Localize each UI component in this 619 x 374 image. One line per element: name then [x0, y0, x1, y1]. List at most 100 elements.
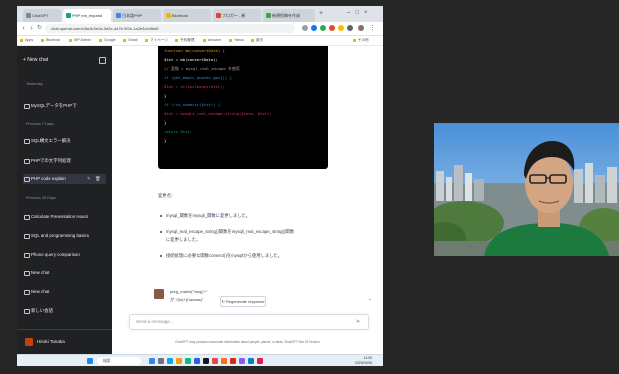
taskbar-app-icon[interactable] [203, 358, 209, 364]
sidebar-chat-label: 新しい会話 [31, 308, 53, 313]
taskbar-search[interactable]: 検索 [97, 357, 141, 365]
taskbar-clock[interactable]: 11:05 2023/04/06 [355, 356, 372, 366]
bookmark-item[interactable]: Bluehost [41, 37, 60, 44]
browser-tab-active[interactable]: PHP mb_expand [63, 9, 111, 22]
sidebar-toggle-icon[interactable] [99, 57, 106, 64]
code-block: function mb(convertData) { $txt = mb(con… [158, 46, 328, 169]
url-input[interactable]: chat.openai.com/c/8a1b3e1d-0d2e-4a7b-9f2… [45, 24, 295, 33]
sidebar-chat-item[interactable]: SQL構文エラー解決 [23, 136, 106, 146]
extension-icon[interactable] [329, 25, 335, 31]
bookmark-item[interactable]: Google [99, 37, 116, 44]
browser-tab[interactable]: 日本語PHP [113, 9, 161, 22]
code-line: $txt = stripslashes($txt); [164, 84, 225, 89]
code-line: function mb(convertData) { [164, 48, 225, 53]
sidebar-chat-item[interactable]: Calculate Presentation Hours [23, 212, 106, 222]
edit-icon[interactable]: ✎ [87, 174, 91, 184]
task-view-icon[interactable] [149, 358, 155, 364]
window-controls-icon[interactable]: –□× [347, 8, 372, 18]
taskbar-app-icon[interactable] [230, 358, 236, 364]
sidebar-chat-label: PHP code explain [31, 176, 66, 181]
sidebar-chat-item[interactable]: New chat [23, 287, 106, 297]
bullet-dot [160, 255, 162, 257]
taskbar-app-icon[interactable] [239, 358, 245, 364]
tab-favicon-icon [266, 13, 271, 18]
extension-icon[interactable] [338, 25, 344, 31]
profile-avatar-icon[interactable] [358, 25, 364, 31]
reload-icon[interactable]: ↻ [36, 25, 43, 32]
reply-intro: 変更点： [158, 193, 176, 198]
sidebar-chat-item[interactable]: 新しい会話 [23, 306, 106, 316]
file-explorer-icon[interactable] [176, 358, 182, 364]
chat-main: function mb(convertData) { $txt = mb(con… [112, 46, 383, 354]
chat-sidebar: + New chat Yesterday MySQLデータをPHPで Previ… [17, 46, 112, 354]
sidebar-chat-item[interactable]: Phone query comparison [23, 250, 106, 260]
bookmark-item[interactable]: マイページ [145, 37, 168, 44]
code-line: return $txt; [164, 129, 193, 134]
bookmark-item[interactable]: Gmail [123, 37, 137, 44]
sidebar-section-heading: Yesterday [26, 82, 43, 86]
chat-bubble-icon [24, 253, 30, 258]
sidebar-chat-item[interactable]: SQL and programming basics [23, 231, 106, 241]
bookmark-item[interactable]: Apps [20, 37, 33, 44]
browser-tab-strip: ChatGPT PHP mb_expand 日本語PHP Bluehost ブロ… [17, 6, 383, 22]
new-tab-icon[interactable]: + [319, 9, 323, 19]
tab-favicon-icon [216, 13, 221, 18]
extension-icon[interactable] [311, 25, 317, 31]
zoom-icon[interactable] [248, 358, 254, 364]
edge-icon[interactable] [167, 358, 173, 364]
regenerate-response-button[interactable]: ↻ Regenerate response [220, 296, 266, 307]
tab-favicon-icon [166, 13, 171, 18]
sidebar-chat-label: SQL構文エラー解決 [31, 138, 71, 143]
taskbar-app-icon[interactable] [221, 358, 227, 364]
taskbar-app-icon[interactable] [158, 358, 164, 364]
bookmark-item[interactable]: WP Admin [69, 37, 91, 44]
kebab-menu-icon[interactable]: ⋮ [369, 25, 376, 32]
browser-tab[interactable]: Bluehost [163, 9, 211, 22]
chat-bubble-icon [24, 290, 30, 295]
forward-icon[interactable]: › [28, 25, 35, 32]
tab-label: Bluehost [172, 13, 188, 18]
tab-label: ブロガー - 新 [222, 13, 246, 18]
message-input[interactable]: Send a message... ➤ [129, 314, 369, 330]
bookmark-item[interactable]: その他 [353, 37, 369, 44]
browser-tab[interactable]: 新規投稿を作成 [263, 9, 315, 22]
code-line: } [164, 93, 167, 98]
extension-icon[interactable] [302, 25, 308, 31]
chat-bubble-icon [24, 215, 30, 220]
reply-bullet: mysql_real_escape_string()関数をmysqli_real… [166, 229, 294, 234]
sidebar-chat-item-active[interactable]: PHP code explain ✎ 🗑 [23, 174, 106, 184]
windows-start-icon[interactable] [87, 358, 93, 364]
bookmark-item[interactable]: Yahoo [229, 37, 244, 44]
code-line: $txt = mb(convertData); [164, 57, 218, 62]
back-icon[interactable]: ‹ [20, 25, 27, 32]
taskbar-app-icon[interactable] [185, 358, 191, 364]
tab-favicon-icon [66, 13, 71, 18]
new-chat-button[interactable]: + New chat [23, 54, 103, 66]
bookmark-item[interactable]: 楽天 [251, 37, 263, 44]
tab-label: PHP mb_expand [72, 13, 103, 18]
sidebar-chat-label: Phone query comparison [31, 252, 80, 257]
tab-label: ChatGPT [32, 13, 49, 18]
taskbar-app-icon[interactable] [257, 358, 263, 364]
user-menu[interactable]: Hiroki Tanaka [17, 329, 112, 355]
chrome-icon[interactable] [194, 358, 200, 364]
tab-label: 新規投稿を作成 [272, 13, 300, 18]
trash-icon[interactable]: 🗑 [95, 174, 101, 184]
taskbar-app-icon[interactable] [212, 358, 218, 364]
bullet-dot [160, 215, 162, 217]
puzzle-icon[interactable] [347, 25, 353, 31]
browser-tab[interactable]: ChatGPT [23, 9, 61, 22]
code-line: if (!is_numeric($txt)) { [164, 102, 221, 107]
more-options-icon[interactable]: ⌄ [368, 296, 372, 302]
browser-tab[interactable]: ブロガー - 新 [213, 9, 261, 22]
webcam-video [434, 123, 619, 256]
sidebar-chat-item[interactable]: New chat [23, 268, 106, 278]
sidebar-chat-item[interactable]: PHPでの文字列処理 [23, 156, 106, 166]
sidebar-chat-item[interactable]: MySQLデータをPHPで [23, 101, 106, 111]
extension-icon[interactable] [320, 25, 326, 31]
bookmark-item[interactable]: Amazon [203, 37, 221, 44]
bookmark-item[interactable]: 予約管理 [175, 37, 194, 44]
bookmarks-bar: Apps Bluehost WP Admin Google Gmail マイペー… [17, 36, 383, 46]
send-icon[interactable]: ➤ [354, 318, 362, 326]
chat-bubble-icon [24, 104, 30, 109]
